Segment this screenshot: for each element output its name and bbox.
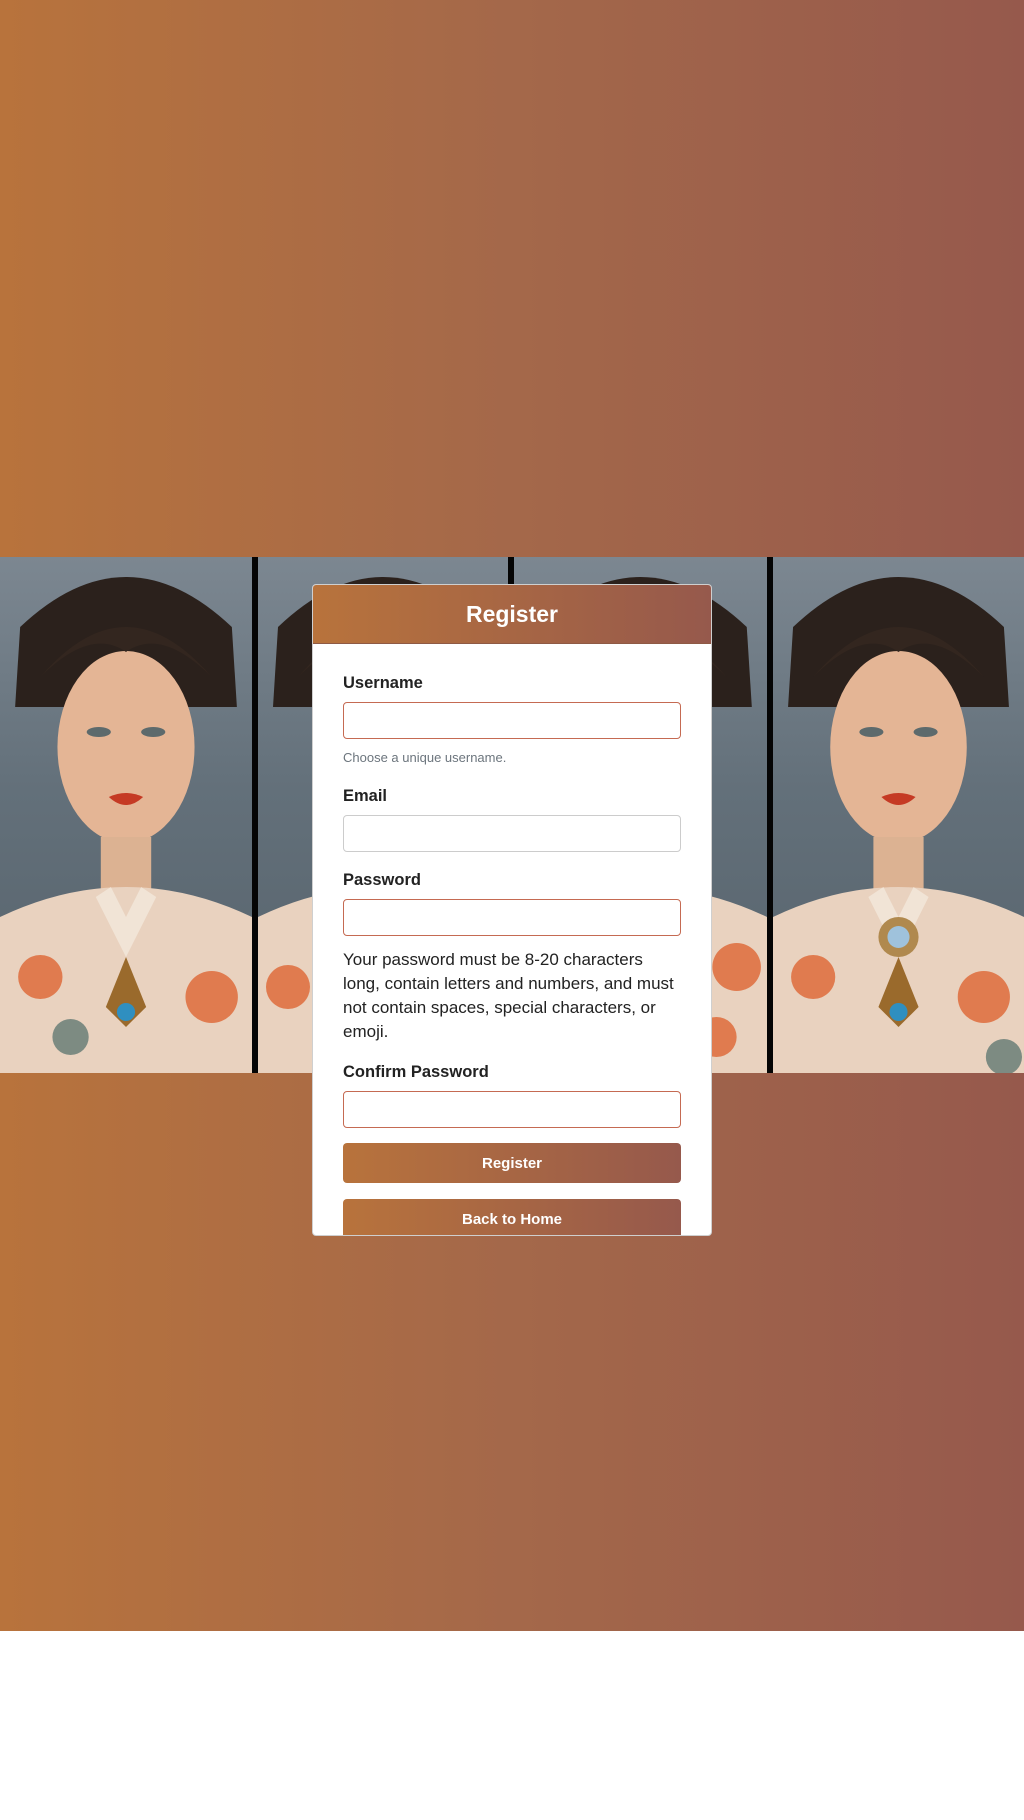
portrait-image <box>0 557 252 1073</box>
register-form: Username Choose a unique username. Email… <box>313 644 711 1235</box>
confirm-password-input[interactable] <box>343 1091 681 1128</box>
portrait-image <box>773 557 1024 1073</box>
password-input[interactable] <box>343 899 681 936</box>
password-label: Password <box>343 871 421 889</box>
back-to-home-button[interactable]: Back to Home <box>343 1199 681 1235</box>
page-title: Register <box>465 600 559 627</box>
username-label: Username <box>343 674 423 692</box>
password-help-text: Your password must be 8-20 characters lo… <box>343 950 674 1041</box>
card-header: Register <box>313 585 711 644</box>
email-label: Email <box>343 787 388 805</box>
username-hint: Choose a unique username. <box>343 750 507 765</box>
username-input[interactable] <box>343 702 681 739</box>
confirm-password-label: Confirm Password <box>343 1063 489 1081</box>
email-input[interactable] <box>343 815 681 852</box>
register-card: Register Username Choose a unique userna… <box>312 584 712 1236</box>
register-button[interactable]: Register <box>343 1143 681 1183</box>
